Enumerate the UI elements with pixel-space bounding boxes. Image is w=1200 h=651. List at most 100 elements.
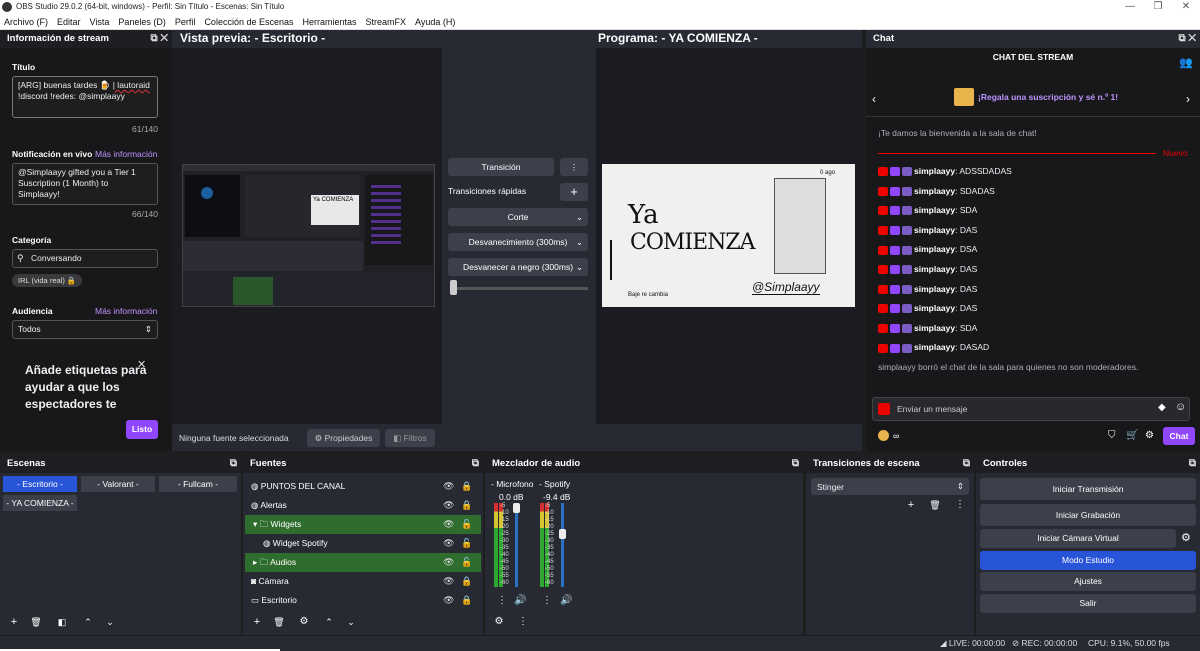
chat-username[interactable]: simplaayy — [914, 225, 955, 235]
eye-icon[interactable]: 👁 — [443, 515, 454, 534]
chat-username[interactable]: simplaayy — [914, 166, 955, 176]
maximize-icon[interactable]: ❐ — [1144, 0, 1172, 14]
chevron-down-icon[interactable]: ⌄ — [101, 614, 119, 630]
chat-send-button[interactable]: Chat — [1163, 427, 1195, 445]
menu-perfil[interactable]: Perfil — [171, 17, 200, 27]
cart-icon[interactable]: 🛒 — [1126, 430, 1138, 441]
promo-done-button[interactable]: Listo — [126, 420, 158, 439]
carousel-next-icon[interactable]: › — [1186, 92, 1190, 106]
spotify-menu-icon[interactable]: ⋮ — [542, 595, 552, 606]
promo-close-icon[interactable]: ✕ — [137, 358, 146, 371]
lock-icon[interactable]: 🔒 — [461, 591, 472, 610]
eye-icon[interactable]: 👁 — [443, 534, 454, 553]
carousel-prev-icon[interactable]: ‹ — [872, 92, 876, 106]
lock-icon[interactable]: 🔓 — [461, 515, 472, 534]
spotify-volume-slider[interactable] — [561, 503, 564, 587]
mic-speaker-icon[interactable]: 🔊 — [514, 595, 526, 606]
source-row[interactable]: ◍ Widget Spotify 👁 🔓 — [243, 534, 483, 553]
mic-volume-slider[interactable] — [515, 503, 518, 587]
fade-transition-button[interactable]: Desvanecimiento (300ms) ⌄ — [448, 233, 588, 251]
settings-button[interactable]: Ajustes — [980, 572, 1196, 591]
filters-button[interactable]: ◧ Filtros — [385, 429, 435, 447]
menu-editar[interactable]: Editar — [53, 17, 85, 27]
lock-icon[interactable]: 🔒 — [461, 477, 472, 496]
spotify-volume-handle[interactable] — [559, 529, 566, 539]
add-icon[interactable]: + — [902, 497, 920, 513]
eye-icon[interactable]: 👁 — [443, 477, 454, 496]
source-row[interactable]: ◙ Cámara 👁 🔒 — [243, 572, 483, 591]
category-field[interactable]: ⚲ Conversando — [12, 249, 158, 268]
studio-mode-button[interactable]: Modo Estudio — [980, 551, 1196, 570]
tbar-handle[interactable] — [450, 280, 457, 295]
notif-more-info-link[interactable]: Más información — [95, 149, 157, 159]
chat-username[interactable]: simplaayy — [914, 323, 955, 333]
lock-icon[interactable]: 🔓 — [461, 534, 472, 553]
gear-icon[interactable]: ⚙ — [295, 614, 313, 630]
start-virtual-cam-button[interactable]: Iniciar Cámara Virtual — [980, 529, 1176, 548]
mixer-menu-icon[interactable]: ⋮ — [514, 614, 532, 630]
trash-icon[interactable]: 🗑 — [27, 614, 45, 630]
dock-float-icon[interactable]: ⧉ — [792, 458, 799, 470]
menu-herramientas[interactable]: Herramientas — [299, 17, 361, 27]
eye-icon[interactable]: 👁 — [443, 591, 454, 610]
lock-icon[interactable]: 🔒 — [461, 572, 472, 591]
transition-select[interactable]: Stinger ⇕ — [811, 478, 969, 495]
notif-field[interactable]: @Simplaayy gifted you a Tier 1 Suscripti… — [12, 163, 158, 205]
filter-icon[interactable]: ◧ — [53, 614, 71, 630]
gift-promo-text[interactable]: ¡Regala una suscripción y sé n.º 1! — [978, 92, 1118, 102]
chevron-down-icon[interactable]: ⌄ — [342, 614, 360, 630]
menu-paneles[interactable]: Paneles (D) — [114, 17, 170, 27]
mic-menu-icon[interactable]: ⋮ — [497, 595, 507, 606]
properties-button[interactable]: ⚙ Propiedades — [307, 429, 380, 447]
trash-icon[interactable]: 🗑 — [270, 614, 288, 630]
eye-icon[interactable]: 👁 — [443, 496, 454, 515]
scene-item[interactable]: - YA COMIENZA - — [3, 495, 77, 511]
source-row[interactable]: ◍ Alertas 👁 🔒 — [243, 496, 483, 515]
add-icon[interactable]: + — [248, 614, 266, 630]
add-quick-transition-icon[interactable]: + — [560, 183, 588, 201]
cut-transition-button[interactable]: Corte ⌄ — [448, 208, 588, 226]
eye-icon[interactable]: 👁 — [443, 572, 454, 591]
menu-vista[interactable]: Vista — [86, 17, 114, 27]
chat-username[interactable]: simplaayy — [914, 264, 955, 274]
lock-icon[interactable]: 🔓 — [461, 553, 472, 572]
preview-canvas[interactable]: Ya COMIENZA — [182, 164, 435, 307]
dock-float-icon[interactable]: ⧉ — [1189, 458, 1196, 470]
chevron-up-icon[interactable]: ⌃ — [79, 614, 97, 630]
program-canvas[interactable]: Ya COMIENZA 0 ago @Simplaayy Baje re cam… — [602, 164, 855, 307]
points-icon[interactable] — [878, 430, 889, 441]
transition-menu-icon[interactable]: ⋮ — [560, 158, 588, 176]
dock-float-close-icon[interactable]: ⧉ ✕ — [150, 33, 168, 45]
tag-chip[interactable]: IRL (vida real) 🔒 — [12, 274, 83, 287]
chat-username[interactable]: simplaayy — [914, 284, 955, 294]
exit-button[interactable]: Salir — [980, 594, 1196, 613]
close-icon[interactable]: ✕ — [1172, 0, 1200, 14]
menu-streamfx[interactable]: StreamFX — [362, 17, 411, 27]
add-icon[interactable]: + — [5, 614, 23, 630]
menu-archivo[interactable]: Archivo (F) — [0, 17, 52, 27]
menu-coleccion[interactable]: Colección de Escenas — [200, 17, 297, 27]
chat-username[interactable]: simplaayy — [914, 186, 955, 196]
scene-item[interactable]: - Valorant - — [81, 476, 155, 492]
shield-icon[interactable]: ⛉ — [1108, 430, 1116, 441]
source-row[interactable]: ▭ Escritorio 👁 🔒 — [243, 591, 483, 610]
start-recording-button[interactable]: Iniciar Grabación — [980, 504, 1196, 526]
settings-icon[interactable]: ⚙ — [1145, 430, 1154, 441]
trash-icon[interactable]: 🗑 — [926, 497, 944, 513]
spotify-speaker-icon[interactable]: 🔊 — [560, 595, 572, 606]
emote-icon[interactable]: ☺ — [1175, 401, 1186, 413]
minimize-icon[interactable]: — — [1116, 0, 1144, 14]
fade-black-transition-button[interactable]: Desvanecer a negro (300ms) ⌄ — [448, 258, 588, 276]
chat-username[interactable]: simplaayy — [914, 244, 955, 254]
chat-username[interactable]: simplaayy — [914, 205, 955, 215]
scene-item[interactable]: - Fullcam - — [159, 476, 237, 492]
audience-select[interactable]: Todos ⇕ — [12, 320, 158, 339]
dock-float-icon[interactable]: ⧉ — [472, 458, 479, 470]
dock-float-icon[interactable]: ⧉ — [963, 458, 970, 470]
lock-icon[interactable]: 🔒 — [461, 496, 472, 515]
transition-button[interactable]: Transición — [448, 158, 554, 176]
tbar-track[interactable] — [450, 287, 588, 290]
scene-item[interactable]: - Escritorio - — [3, 476, 77, 492]
users-icon[interactable]: 👥 — [1179, 56, 1193, 69]
source-group-row[interactable]: ▾ 🗀 Widgets 👁 🔓 — [245, 515, 481, 534]
